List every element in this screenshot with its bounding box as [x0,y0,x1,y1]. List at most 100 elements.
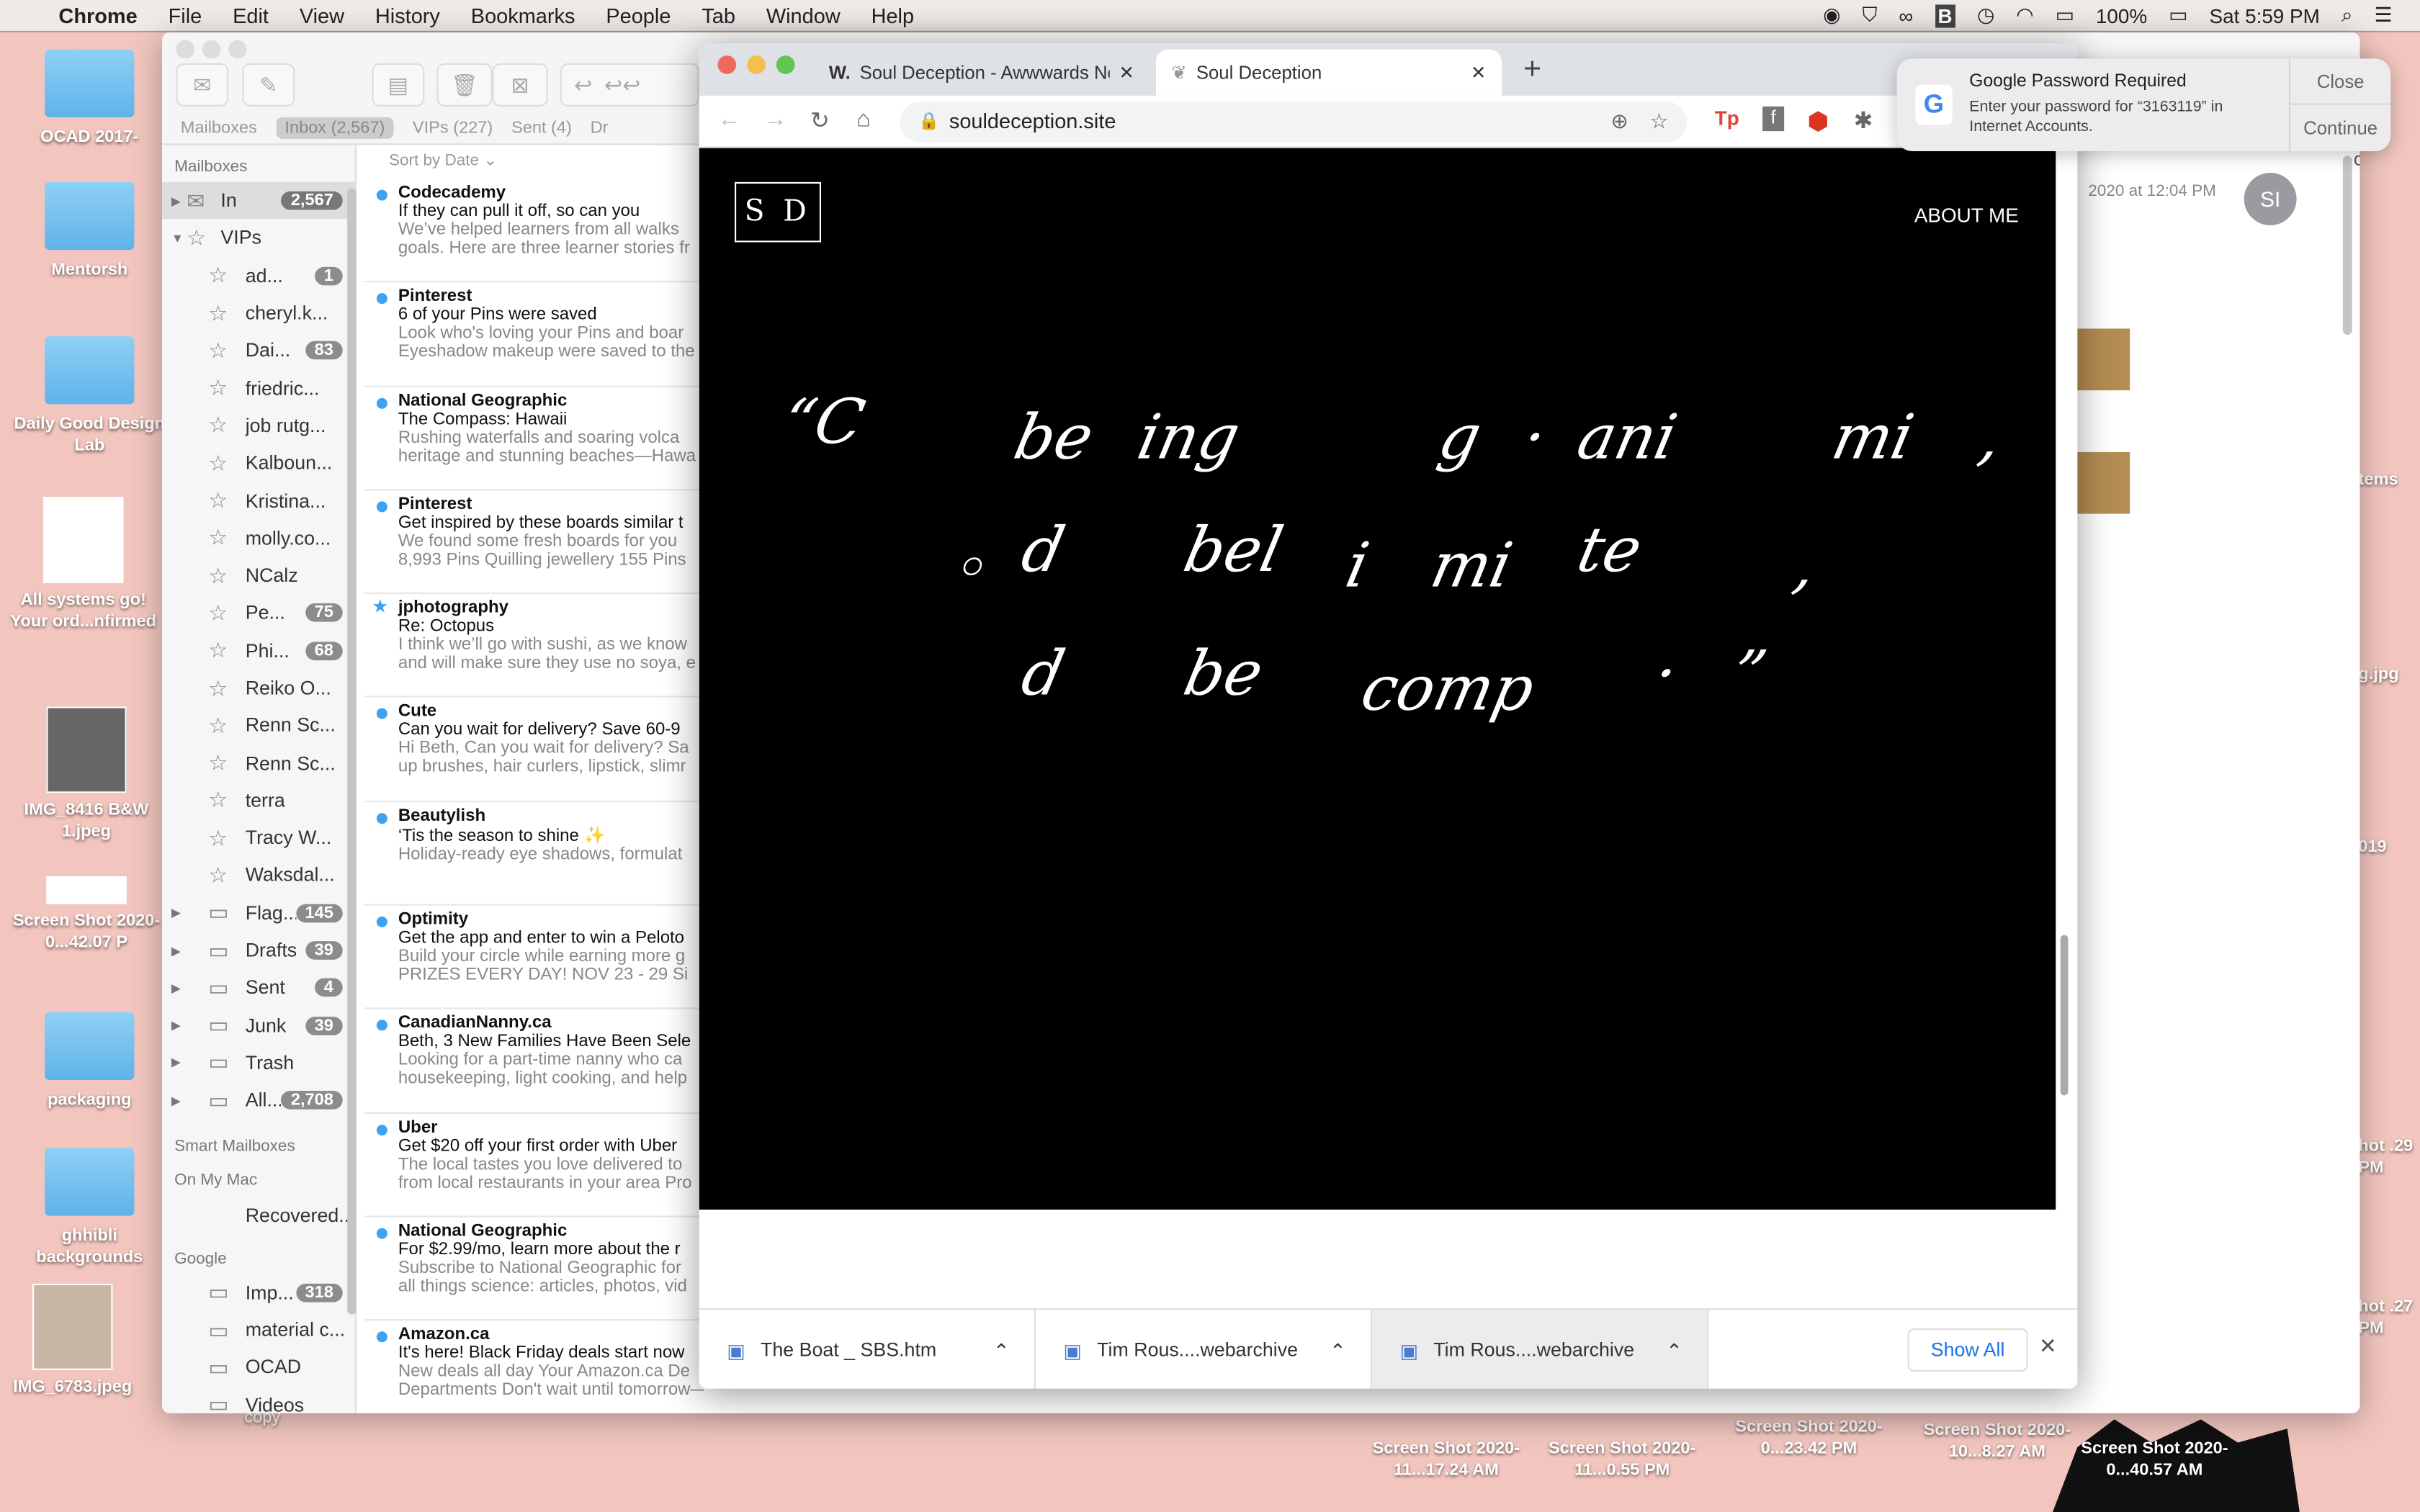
fav-vips[interactable]: VIPs (227) [413,119,493,138]
clock[interactable]: Sat 5:59 PM [2210,4,2320,27]
fav-inbox[interactable]: Inbox (2,567) [275,117,395,139]
desktop-file[interactable]: IMG_8416 B&W 1.jpeg [9,706,163,842]
time-machine-icon[interactable]: ◷ [1977,3,1994,27]
message-row[interactable]: Amazon.ca It's here! Black Friday deals s… [364,1321,704,1413]
sidebar-item[interactable]: ☆ Renn Sc... [162,707,355,744]
desktop-file[interactable]: Screen Shot 2020-11...17.24 AM [1369,1438,1523,1481]
minimize-window-button[interactable] [747,55,766,74]
message-row[interactable]: Cute Can you wait for delivery? Save 60-9… [364,698,704,802]
close-window-button[interactable] [717,55,737,74]
sidebar-item[interactable]: ▭ Imp... 318 [162,1274,355,1311]
sidebar-item[interactable]: ☆ Kalboun... [162,444,355,482]
archive-button[interactable]: ▤ [372,63,425,107]
desktop-file[interactable]: hot .29 PM [2358,1135,2420,1179]
menu-help[interactable]: Help [871,4,914,27]
back-button[interactable]: ← [717,107,740,132]
desktop-folder[interactable]: packaging [12,1012,166,1111]
sidebar-item[interactable]: ☆ ad... 1 [162,257,355,294]
junk-button[interactable]: ⊠ [492,63,548,107]
zoom-window-button[interactable] [228,40,247,59]
sidebar-item[interactable]: ☆ friedric... [162,369,355,407]
home-button[interactable]: ⌂ [856,107,870,132]
adblock-extension-icon[interactable]: ⬢ [1807,107,1829,138]
zoom-window-button[interactable] [776,55,795,74]
message-row[interactable]: Pinterest Get inspired by these boards si… [364,490,704,595]
sidebar-item[interactable]: ☆ Reiko O... [162,670,355,707]
desktop-file[interactable]: All systems go! Your ord...nfirmed [6,497,161,633]
about-me-link[interactable]: ABOUT ME [1914,204,2019,227]
fav-drafts[interactable]: Dr [591,119,609,138]
message-row[interactable]: ★ jphotography Re: Octopus I think we’ll go… [364,594,704,698]
minimize-window-button[interactable] [202,40,221,59]
airplay-icon[interactable]: ▭ [2056,3,2074,27]
sidebar-item-vips[interactable]: ▼ ☆ VIPs [162,220,355,257]
chevron-up-icon[interactable]: ⌃ [993,1338,1009,1362]
wifi-icon[interactable]: ◠ [2016,3,2033,27]
fav-sent[interactable]: Sent (4) [511,119,572,138]
sidebar-item[interactable]: ☆ molly.co... [162,519,355,557]
extensions-puzzle-icon[interactable]: ✱ [1854,107,1873,134]
spotlight-search-icon[interactable]: ⌕ [2341,3,2353,27]
sidebar-item[interactable]: ▭ OCAD [162,1349,355,1387]
desktop-file[interactable]: IMG_6783.jpeg [0,1283,150,1398]
desktop-file[interactable]: 019 [2358,836,2420,858]
desktop-folder[interactable]: Mentorsh [12,181,166,281]
show-all-downloads-button[interactable]: Show All [1907,1328,2028,1372]
menu-window[interactable]: Window [766,4,841,27]
get-mail-button[interactable]: ✉ [176,63,229,107]
sidebar-item[interactable]: ▭ material c... [162,1311,355,1349]
sidebar-item[interactable]: ☆ Kristina... [162,482,355,519]
tab-awwwards[interactable]: W. Soul Deception - Awwwards No ✕ [813,50,1150,96]
desktop-file[interactable]: g.jpg [2358,663,2420,685]
menu-edit[interactable]: Edit [233,4,269,27]
desktop-file[interactable]: Screen Shot 2020-10...8.27 AM [1920,1419,2074,1462]
close-tab-icon[interactable]: ✕ [1119,62,1134,84]
message-row[interactable]: Optimity Get the app and enter to win a P… [364,906,704,1010]
message-row[interactable]: Pinterest 6 of your Pins were saved Look w… [364,283,704,387]
menu-history[interactable]: History [375,4,440,27]
compose-button[interactable]: ✎ [242,63,295,107]
bartender-icon[interactable]: B [1935,4,1955,27]
sidebar-item[interactable]: ☆ Renn Sc... [162,744,355,782]
message-row[interactable]: Beautylish ‘Tis the season to shine ✨ Holi… [364,802,704,906]
delete-button[interactable]: 🗑 [436,63,493,107]
menu-file[interactable]: File [169,4,202,27]
download-item[interactable]: ▣ Tim Rous....webarchive ⌃ [1372,1310,1709,1389]
chevron-up-icon[interactable]: ⌃ [1666,1338,1682,1362]
menu-bookmarks[interactable]: Bookmarks [471,4,575,27]
close-window-button[interactable] [176,40,194,59]
sidebar-item[interactable]: ☆ Phi... 68 [162,632,355,670]
notification-center-icon[interactable]: ☰ [2374,3,2392,27]
tab-soul-deception[interactable]: ❦ Soul Deception ✕ [1156,49,1502,96]
desktop-file[interactable]: Screen Shot 2020-0...23.42 PM [1731,1416,1886,1459]
sidebar-item-recovered[interactable]: Recovered... [162,1197,355,1234]
desktop-file[interactable]: hot .27 PM [2358,1296,2420,1339]
message-row[interactable]: National Geographic The Compass: Hawaii Ru… [364,387,704,491]
sidebar-item[interactable]: ☆ terra [162,782,355,819]
sidebar-item[interactable]: ▶ ▭ Flag... 145 [162,894,355,932]
download-item[interactable]: ▣ Tim Rous....webarchive ⌃ [1036,1310,1372,1389]
desktop-folder[interactable]: OCAD 2017- [12,49,166,148]
sidebar-item[interactable]: ▶ ▭ Junk 39 [162,1007,355,1044]
sidebar-item[interactable]: ☆ Pe... 75 [162,595,355,632]
chevron-up-icon[interactable]: ⌃ [1330,1338,1345,1362]
bookmark-star-icon[interactable]: ☆ [1649,102,1668,142]
new-tab-button[interactable]: + [1523,53,1541,88]
menu-tab[interactable]: Tab [702,4,735,27]
sidebar-item[interactable]: ☆ Dai... 83 [162,332,355,369]
sidebar-item[interactable]: ▶ ▭ Drafts 39 [162,932,355,969]
download-item[interactable]: ▣ The Boat _ SBS.htm ⌃ [699,1310,1036,1389]
menu-view[interactable]: View [300,4,344,27]
vpn-shield-icon[interactable]: ⛉ [1862,3,1877,27]
close-tab-icon[interactable]: ✕ [1471,62,1487,84]
forward-button[interactable]: → [764,107,787,132]
extension-tp-icon[interactable]: Tp [1715,107,1739,130]
menu-people[interactable]: People [606,4,671,27]
sidebar-item[interactable]: ▶ ▭ Trash [162,1044,355,1081]
install-icon[interactable]: ⊕ [1610,102,1628,142]
message-row[interactable]: CanadianNanny.ca Beth, 3 New Families Hav… [364,1009,704,1114]
sidebar-item[interactable]: ▶ ▭ Sent 4 [162,969,355,1007]
detail-scrollbar[interactable] [2342,156,2352,335]
mailboxes-toggle[interactable]: Mailboxes [181,119,257,138]
status-app-icon[interactable]: ◉ [1823,3,1840,27]
